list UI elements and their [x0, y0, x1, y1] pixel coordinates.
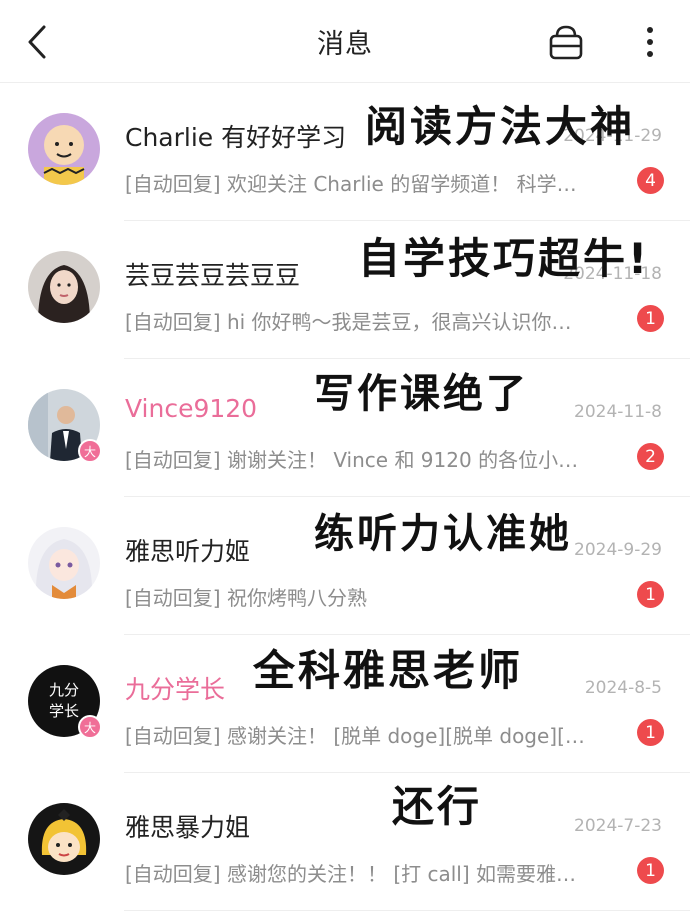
- unread-badge: 2: [637, 443, 664, 470]
- conversation-date: 2024-11-8: [574, 402, 662, 422]
- conversation-preview: [自动回复] 感谢关注！ [脱单 doge][脱单 doge][…: [125, 724, 585, 748]
- conversation-name: 雅思听力姬: [125, 537, 251, 566]
- conversation-preview: [自动回复] 感谢您的关注！！ [打 call] 如需要雅…: [125, 862, 577, 886]
- conversation-preview: [自动回复] 祝你烤鸭八分熟: [125, 586, 367, 610]
- woman-photo-avatar-icon: [28, 251, 100, 323]
- conversation-row[interactable]: 大 Vince9120 2024-11-8 写作课绝了 [自动回复] 谢谢关注！…: [0, 359, 690, 497]
- shop-basket-icon: [549, 25, 583, 60]
- conversation-preview: [自动回复] 谢谢关注！ Vince 和 9120 的各位小…: [125, 448, 579, 472]
- unread-badge: 1: [637, 857, 664, 884]
- shop-button[interactable]: [547, 22, 585, 62]
- verified-badge: 大: [78, 715, 102, 739]
- back-button[interactable]: [22, 22, 58, 62]
- conversation-row[interactable]: 雅思听力姬 2024-9-29 练听力认准她 [自动回复] 祝你烤鸭八分熟 1: [0, 497, 690, 635]
- handwritten-note: 全科雅思老师: [253, 646, 524, 695]
- avatar[interactable]: [28, 251, 100, 323]
- conversation-date: 2024-9-29: [574, 540, 662, 560]
- page-title: 消息: [317, 28, 373, 60]
- header: 消息: [0, 0, 690, 83]
- conversation-date: 2024-7-23: [574, 816, 662, 836]
- handwritten-note: 还行: [392, 782, 483, 831]
- conversation-row[interactable]: Charlie 有好好学习 2024-11-29 阅读方法大神 [自动回复] 欢…: [0, 83, 690, 221]
- conversation-preview: [自动回复] 欢迎关注 Charlie 的留学频道！ 科学…: [125, 172, 577, 196]
- conversation-name: Vince9120: [125, 394, 258, 423]
- avatar[interactable]: [28, 113, 100, 185]
- unread-badge: 4: [637, 167, 664, 194]
- conversation-list: Charlie 有好好学习 2024-11-29 阅读方法大神 [自动回复] 欢…: [0, 83, 690, 911]
- avatar[interactable]: [28, 527, 100, 599]
- avatar-text-line: 九分: [48, 681, 79, 699]
- conversation-row[interactable]: 芸豆芸豆芸豆豆 2024-11-18 自学技巧超牛! [自动回复] hi 你好鸭…: [0, 221, 690, 359]
- handwritten-note: 阅读方法大神: [365, 102, 636, 151]
- conversation-name: 雅思暴力姐: [125, 813, 251, 842]
- cartoon-girl-avatar-icon: [28, 803, 100, 875]
- avatar[interactable]: 大: [28, 389, 102, 463]
- handwritten-note: 自学技巧超牛!: [358, 234, 651, 283]
- divider: [124, 910, 690, 911]
- conversation-row[interactable]: 雅思暴力姐 2024-7-23 还行 [自动回复] 感谢您的关注！！ [打 ca…: [0, 773, 690, 911]
- back-arrow-icon: [28, 25, 46, 59]
- conversation-name: 九分学长: [125, 675, 226, 704]
- conversation-date: 2024-8-5: [584, 678, 662, 698]
- avatar[interactable]: 九分 学长 大: [28, 665, 102, 739]
- conversation-name: 芸豆芸豆芸豆豆: [125, 261, 301, 290]
- unread-badge: 1: [637, 719, 664, 746]
- anime-girl-avatar-icon: [28, 527, 100, 599]
- unread-badge: 1: [637, 305, 664, 332]
- avatar[interactable]: [28, 803, 100, 875]
- handwritten-note: 写作课绝了: [314, 371, 529, 417]
- conversation-row[interactable]: 九分 学长 大 九分学长 2024-8-5 全科雅思老师 [自动回复] 感谢关注…: [0, 635, 690, 773]
- cartoon-boy-avatar-icon: [28, 113, 100, 185]
- verified-badge: 大: [78, 439, 102, 463]
- conversation-name: Charlie 有好好学习: [125, 123, 347, 152]
- more-vertical-icon: [647, 27, 653, 57]
- more-button[interactable]: [638, 22, 662, 62]
- unread-badge: 1: [637, 581, 664, 608]
- conversation-preview: [自动回复] hi 你好鸭～我是芸豆，很高兴认识你…: [125, 310, 572, 334]
- handwritten-note: 练听力认准她: [314, 511, 572, 557]
- avatar-text-line: 学长: [48, 702, 79, 720]
